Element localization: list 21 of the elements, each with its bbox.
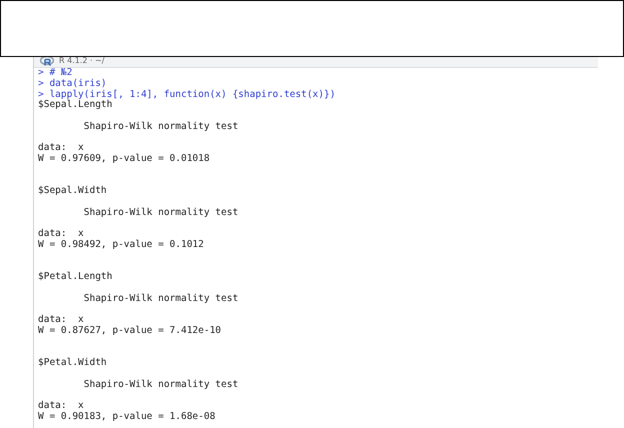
console-output: Shapiro-Wilk normality test <box>82 380 240 390</box>
r-logo-icon <box>40 56 54 66</box>
console-output: $Sepal.Length <box>38 100 112 111</box>
console-output: $Petal.Length <box>38 272 114 283</box>
console-output: W = 0.90183, p-value = 1.68e-08 <box>38 412 216 423</box>
console-command: > lapply(iris[, 1:4], function(x) {shapiro.test(x)}) <box>38 90 336 100</box>
console-output: W = 0.98492, p-value = 0.1012 <box>38 240 205 251</box>
console-output: W = 0.97609, p-value = 0.01018 <box>38 154 211 165</box>
console-output: data: x <box>38 229 85 240</box>
console-output: Shapiro-Wilk normality test <box>82 294 240 304</box>
console-output: data: x <box>38 315 85 326</box>
console-output: Shapiro-Wilk normality test <box>82 122 240 132</box>
console-output: $Sepal.Width <box>38 186 108 197</box>
console-command: > # №2 <box>38 68 74 78</box>
console-output: $Petal.Width <box>38 358 108 369</box>
console-output: data: x <box>38 401 85 412</box>
console-command: > data(iris) <box>38 78 108 90</box>
console-output: Shapiro-Wilk normality test <box>82 208 240 218</box>
console-title: R 4.1.2 · ~/ <box>59 56 104 66</box>
console-output: data: x <box>38 143 85 154</box>
console-output: W = 0.87627, p-value = 7.412e-10 <box>38 326 222 337</box>
